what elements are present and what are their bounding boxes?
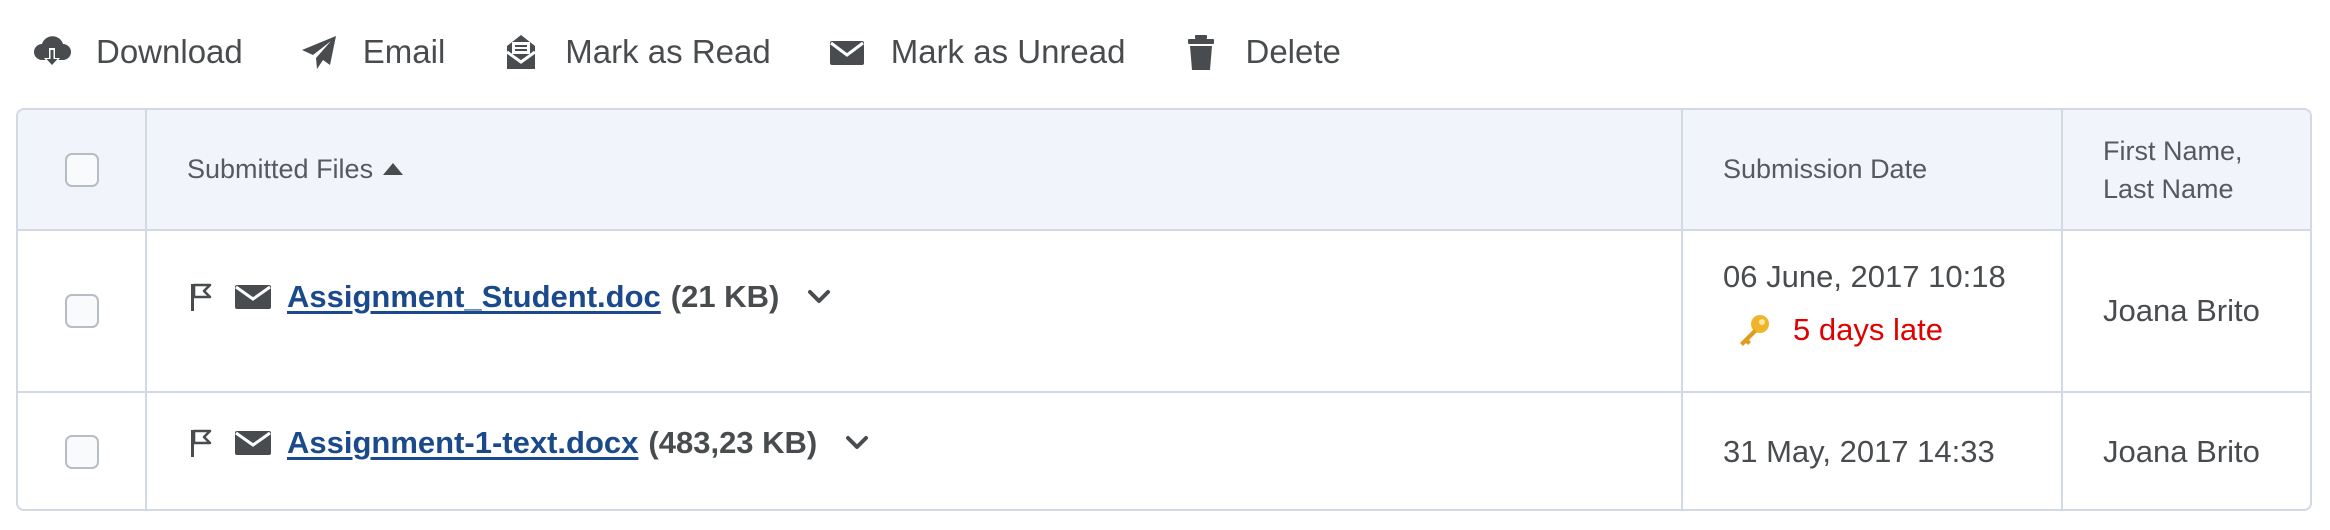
download-button[interactable]: Download <box>30 30 243 74</box>
cloud-download-icon <box>30 30 74 74</box>
paper-plane-icon <box>297 30 341 74</box>
column-header-submission-date[interactable]: Submission Date <box>1682 110 2063 231</box>
student-name: Joana Brito <box>2103 293 2260 328</box>
submission-date: 31 May, 2017 14:33 <box>1723 434 1995 469</box>
student-name: Joana Brito <box>2103 434 2260 469</box>
file-link[interactable]: Assignment-1-text.docx <box>287 425 638 461</box>
file-size: (21 KB) <box>670 279 780 314</box>
row-checkbox[interactable] <box>64 294 99 328</box>
envelope-open-icon <box>499 30 543 74</box>
envelope-icon <box>825 30 869 74</box>
trash-icon <box>1179 30 1223 74</box>
email-label: Email <box>362 33 446 70</box>
last-name-header-label: Last Name <box>2103 173 2234 204</box>
flag-icon[interactable] <box>187 282 215 312</box>
mark-as-unread-button[interactable]: Mark as Unread <box>825 30 1126 74</box>
submission-date-header-label: Submission Date <box>1723 154 1928 184</box>
submission-date-cell: 31 May, 2017 14:33 <box>1682 392 2063 509</box>
late-status: 5 days late <box>1793 312 1943 347</box>
sort-ascending-icon <box>383 162 404 175</box>
table-row: Assignment_Student.doc (21 KB) 06 June, … <box>18 230 2310 393</box>
file-cell: Assignment-1-text.docx (483,23 KB) <box>146 392 1683 509</box>
first-name-header-label: First Name, <box>2103 135 2243 166</box>
file-cell: Assignment_Student.doc (21 KB) <box>146 230 1683 393</box>
chevron-down-icon[interactable] <box>839 425 875 461</box>
flag-icon[interactable] <box>187 428 215 458</box>
row-select-cell <box>18 230 147 393</box>
submissions-table: Submitted Files Submission Date First Na… <box>16 108 2312 511</box>
mark-as-unread-label: Mark as Unread <box>890 33 1126 70</box>
select-all-checkbox[interactable] <box>64 152 99 187</box>
column-header-submitted-files[interactable]: Submitted Files <box>146 110 1683 231</box>
mark-as-read-button[interactable]: Mark as Read <box>499 30 771 74</box>
envelope-icon[interactable] <box>233 283 273 311</box>
submitted-files-header-label: Submitted Files <box>187 154 374 184</box>
row-checkbox[interactable] <box>64 435 99 469</box>
table-header-row: Submitted Files Submission Date First Na… <box>18 110 2310 231</box>
delete-label: Delete <box>1245 33 1341 70</box>
mark-as-read-label: Mark as Read <box>565 33 771 70</box>
submission-date: 06 June, 2017 10:18 <box>1723 259 2006 294</box>
download-label: Download <box>96 33 243 70</box>
envelope-icon[interactable] <box>233 429 273 457</box>
email-button[interactable]: Email <box>297 30 446 74</box>
column-header-name[interactable]: First Name, Last Name <box>2062 110 2310 231</box>
key-icon <box>1735 311 1773 349</box>
table-row: Assignment-1-text.docx (483,23 KB) 31 Ma… <box>18 392 2310 509</box>
file-link[interactable]: Assignment_Student.doc <box>287 279 661 315</box>
file-size: (483,23 KB) <box>648 425 818 460</box>
row-select-cell <box>18 392 147 509</box>
submission-date-cell: 06 June, 2017 10:18 5 days late <box>1682 230 2063 393</box>
chevron-down-icon[interactable] <box>801 279 837 315</box>
select-all-cell <box>18 110 147 231</box>
toolbar: Download Email Mark as Read Mark as Unre… <box>30 22 1395 82</box>
name-cell: Joana Brito <box>2062 392 2310 509</box>
name-cell: Joana Brito <box>2062 230 2310 393</box>
delete-button[interactable]: Delete <box>1179 30 1341 74</box>
